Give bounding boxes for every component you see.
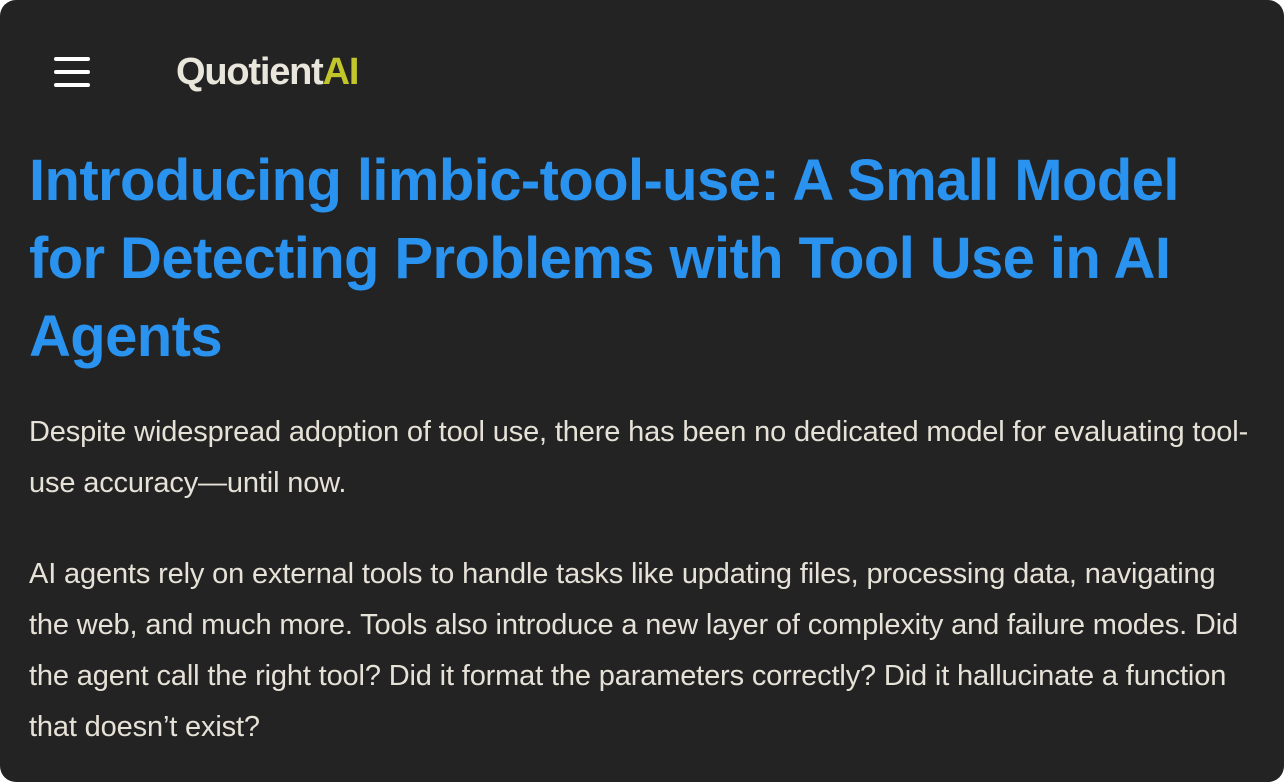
menu-line [54,57,90,61]
hamburger-menu-icon[interactable] [50,50,94,94]
menu-line [54,83,90,87]
article-title: Introducing limbic-tool-use: A Small Mod… [29,148,1179,369]
page: Quotient AI Introducing limbic-tool-use: … [0,0,1284,782]
article-paragraph: Despite widespread adoption of tool use,… [29,416,1249,499]
logo-accent: AI [322,51,360,93]
article-paragraph: AI agents rely on external tools to hand… [29,558,1238,743]
quotient-ai-logo[interactable]: Quotient AI [176,50,360,94]
logo-wordmark: Quotient [176,51,324,93]
article: Introducing limbic-tool-use: A Small Mod… [29,142,1259,753]
menu-line [54,70,90,74]
top-bar: Quotient AI [0,0,1284,140]
